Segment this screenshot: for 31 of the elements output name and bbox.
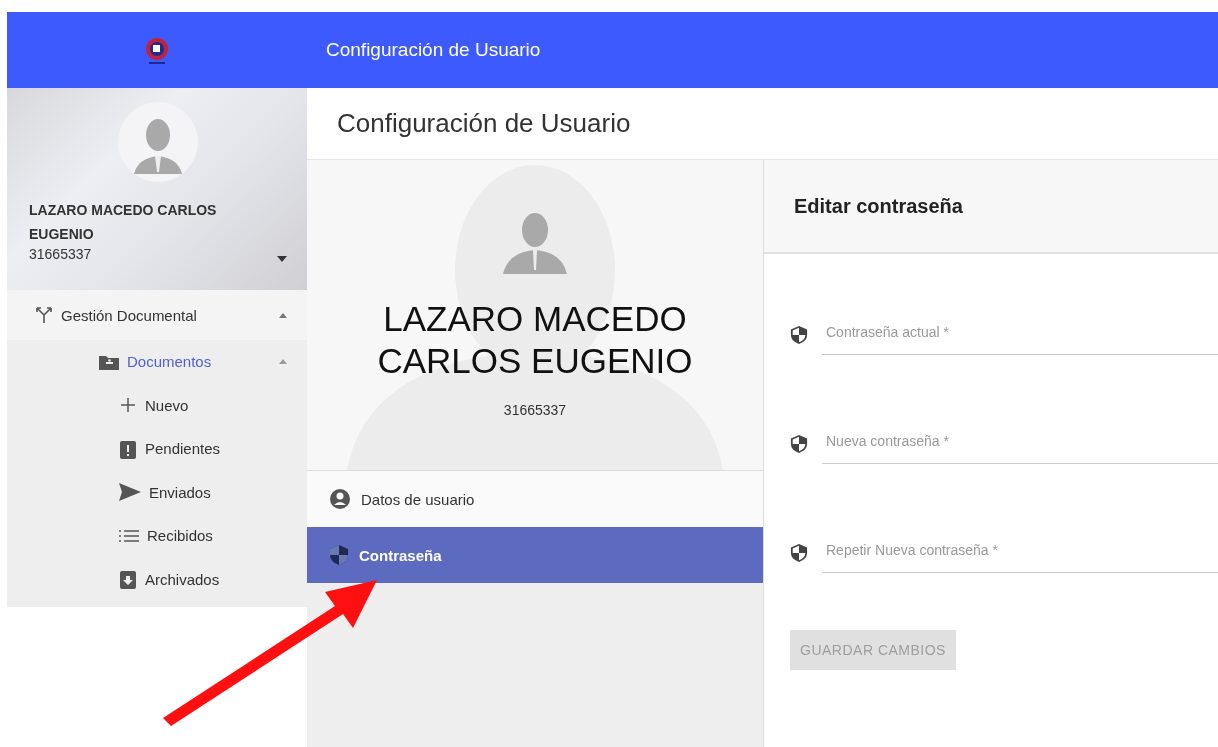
dropdown-caret-icon[interactable] (277, 256, 287, 262)
user-id: 31665337 (29, 246, 93, 262)
menu-item[interactable]: Enviados (7, 470, 307, 514)
clipboard-download-icon (119, 569, 137, 590)
menu-item[interactable]: Pendientes (7, 427, 307, 471)
shield-icon (329, 544, 349, 566)
user-name: LAZARO MACEDO CARLOS EUGENIO (29, 201, 218, 244)
plus-icon (119, 396, 137, 415)
menu-item[interactable]: Documentos (7, 340, 307, 384)
profile-id: 31665337 (503, 402, 567, 418)
send-icon (119, 483, 141, 502)
panel-title: Editar contraseña (794, 194, 963, 218)
shield-icon (790, 542, 808, 563)
menu-item[interactable]: Nuevo (7, 383, 307, 427)
clipboard-alert-icon (119, 438, 137, 459)
caret-icon[interactable] (279, 359, 287, 365)
app-title: Configuración de Usuario (326, 39, 541, 61)
folder-icon (99, 353, 119, 370)
list-icon (119, 528, 139, 543)
profile-name: LAZARO MACEDO CARLOS EUGENIO (376, 298, 694, 382)
menu-item[interactable]: Archivados (7, 557, 307, 601)
caret-icon[interactable] (279, 312, 287, 318)
shield-icon (790, 433, 808, 454)
menu-item[interactable]: Recibidos (7, 514, 307, 558)
fork-icon (35, 306, 53, 324)
profile-menu-item[interactable]: Datos de usuario (307, 471, 763, 527)
avatar-icon (118, 102, 198, 182)
profile-menu-item[interactable]: Contraseña (307, 527, 763, 583)
account-icon (329, 488, 351, 510)
shield-icon (790, 324, 808, 345)
menu-item[interactable]: Gestión Documental (7, 290, 307, 340)
